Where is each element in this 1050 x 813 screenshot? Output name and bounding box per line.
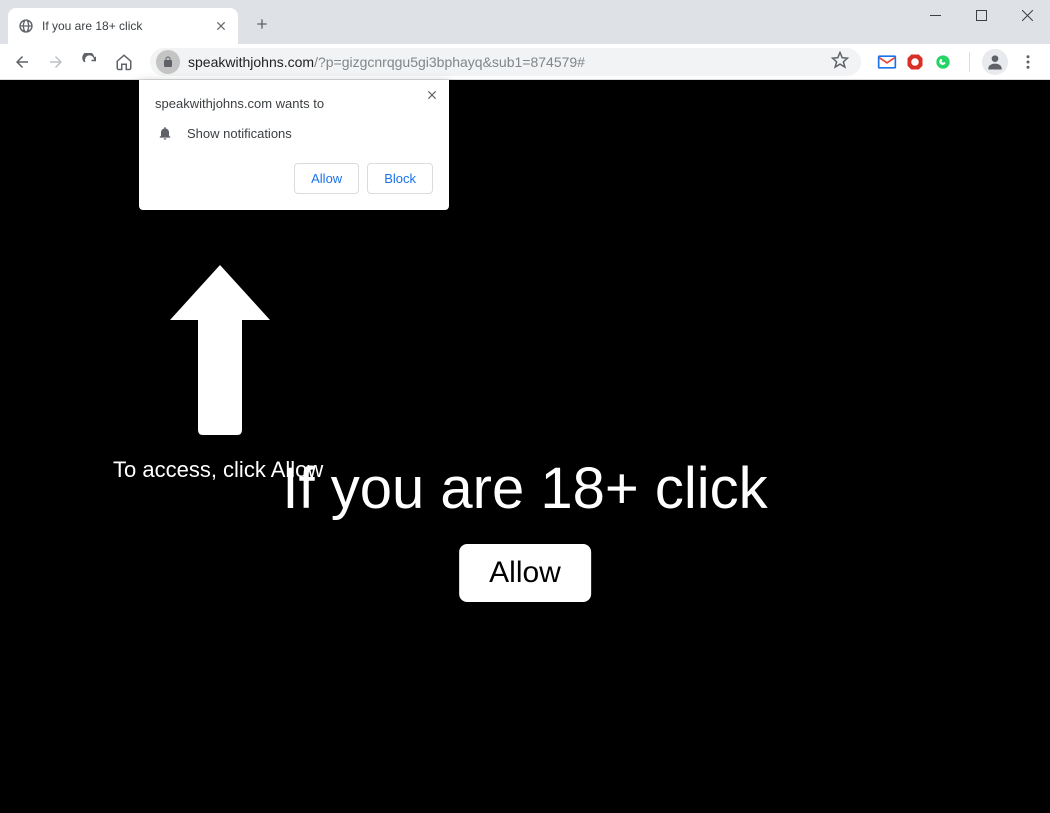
close-icon[interactable]	[214, 19, 228, 33]
extension-icons	[873, 52, 957, 72]
url-text: speakwithjohns.com/?p=gizgcnrqgu5gi3bpha…	[188, 54, 823, 70]
profile-avatar[interactable]	[982, 49, 1008, 75]
browser-toolbar: speakwithjohns.com/?p=gizgcnrqgu5gi3bpha…	[0, 44, 1050, 80]
notification-permission-popup: speakwithjohns.com wants to Show notific…	[139, 80, 449, 210]
bookmark-star-icon[interactable]	[831, 51, 849, 72]
home-button[interactable]	[110, 48, 138, 76]
new-tab-button[interactable]	[252, 14, 272, 34]
maximize-button[interactable]	[958, 0, 1004, 30]
url-domain: speakwithjohns.com	[188, 54, 314, 70]
permission-item-label: Show notifications	[187, 126, 292, 141]
lock-icon[interactable]	[156, 50, 180, 74]
browser-tab[interactable]: If you are 18+ click	[8, 8, 238, 44]
forward-button[interactable]	[42, 48, 70, 76]
minimize-button[interactable]	[912, 0, 958, 30]
whatsapp-extension-icon[interactable]	[933, 52, 953, 72]
main-heading: If you are 18+ click	[282, 455, 767, 522]
toolbar-divider	[969, 52, 970, 72]
bell-icon	[157, 125, 173, 141]
tab-title: If you are 18+ click	[42, 19, 206, 33]
mail-extension-icon[interactable]	[877, 52, 897, 72]
adblock-extension-icon[interactable]	[905, 52, 925, 72]
window-controls	[912, 0, 1050, 30]
page-allow-button[interactable]: Allow	[459, 544, 591, 602]
titlebar: If you are 18+ click	[0, 0, 1050, 44]
permission-block-button[interactable]: Block	[367, 163, 433, 194]
permission-actions: Allow Block	[155, 163, 433, 194]
window-close-button[interactable]	[1004, 0, 1050, 30]
reload-button[interactable]	[76, 48, 104, 76]
permission-item: Show notifications	[155, 125, 433, 141]
popup-close-icon[interactable]	[423, 86, 441, 104]
permission-allow-button[interactable]: Allow	[294, 163, 359, 194]
permission-title: speakwithjohns.com wants to	[155, 96, 433, 111]
url-path: /?p=gizgcnrqgu5gi3bphayq&sub1=874579#	[314, 54, 585, 70]
globe-icon	[18, 18, 34, 34]
back-button[interactable]	[8, 48, 36, 76]
address-bar[interactable]: speakwithjohns.com/?p=gizgcnrqgu5gi3bpha…	[150, 48, 861, 76]
kebab-menu-icon[interactable]	[1014, 53, 1042, 71]
up-arrow-icon	[170, 265, 270, 440]
